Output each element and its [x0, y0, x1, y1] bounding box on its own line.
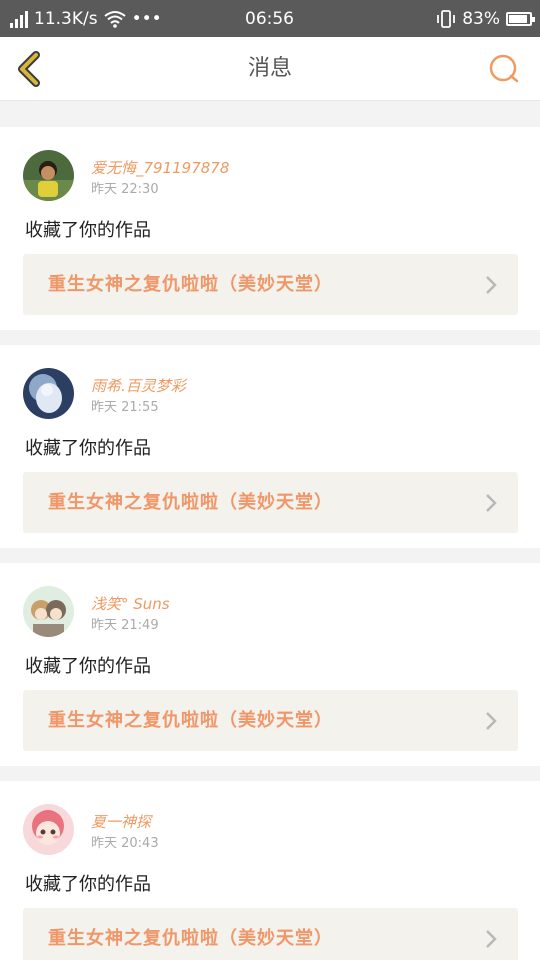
avatar[interactable]: [23, 368, 74, 419]
username[interactable]: 爱无悔_791197878: [91, 157, 229, 178]
work-link[interactable]: 重生女神之复仇啦啦（美妙天堂）: [23, 472, 518, 533]
notification-list: 爱无悔_791197878 昨天 22:30 收藏了你的作品 重生女神之复仇啦啦…: [0, 127, 540, 960]
chevron-right-icon: [486, 930, 497, 948]
page-title: 消息: [247, 56, 292, 81]
notification-card: 雨希.百灵梦彩 昨天 21:55 收藏了你的作品 重生女神之复仇啦啦（美妙天堂）: [0, 345, 540, 548]
timestamp: 昨天 21:55: [91, 400, 159, 415]
avatar[interactable]: [23, 804, 74, 855]
username[interactable]: 雨希.百灵梦彩: [91, 375, 186, 396]
top-nav-bar: 消息: [0, 37, 540, 101]
timestamp: 昨天 20:43: [91, 836, 159, 851]
vibrate-icon: [437, 9, 456, 28]
work-title: 重生女神之复仇啦啦（美妙天堂）: [48, 710, 333, 731]
action-text: 收藏了你的作品: [25, 438, 151, 459]
work-link[interactable]: 重生女神之复仇啦啦（美妙天堂）: [23, 908, 518, 960]
avatar[interactable]: [23, 150, 74, 201]
search-icon[interactable]: [488, 53, 520, 85]
chevron-right-icon: [486, 276, 497, 294]
chevron-right-icon: [486, 494, 497, 512]
username[interactable]: 夏一神探: [91, 811, 151, 832]
battery-icon: [506, 11, 535, 26]
network-speed: 11.3K/s: [34, 8, 98, 29]
wifi-icon: [103, 10, 126, 28]
work-link[interactable]: 重生女神之复仇啦啦（美妙天堂）: [23, 254, 518, 315]
action-text: 收藏了你的作品: [25, 220, 151, 241]
notification-card: 爱无悔_791197878 昨天 22:30 收藏了你的作品 重生女神之复仇啦啦…: [0, 127, 540, 330]
chevron-right-icon: [486, 712, 497, 730]
notification-card: 浅笑° Suns 昨天 21:49 收藏了你的作品 重生女神之复仇啦啦（美妙天堂…: [0, 563, 540, 766]
notification-card: 夏一神探 昨天 20:43 收藏了你的作品 重生女神之复仇啦啦（美妙天堂）: [0, 781, 540, 960]
action-text: 收藏了你的作品: [25, 874, 151, 895]
battery-percent: 83%: [462, 8, 500, 29]
timestamp: 昨天 21:49: [91, 618, 159, 633]
work-title: 重生女神之复仇啦啦（美妙天堂）: [48, 492, 333, 513]
avatar[interactable]: [23, 586, 74, 637]
timestamp: 昨天 22:30: [91, 182, 159, 197]
more-dots: •••: [131, 8, 162, 29]
work-title: 重生女神之复仇啦啦（美妙天堂）: [48, 274, 333, 295]
username[interactable]: 浅笑° Suns: [91, 593, 170, 614]
status-bar: 11.3K/s ••• 06:56 83%: [0, 0, 540, 37]
clock: 06:56: [245, 8, 294, 29]
signal-icon: [10, 10, 28, 28]
action-text: 收藏了你的作品: [25, 656, 151, 677]
work-title: 重生女神之复仇啦啦（美妙天堂）: [48, 928, 333, 949]
work-link[interactable]: 重生女神之复仇啦啦（美妙天堂）: [23, 690, 518, 751]
